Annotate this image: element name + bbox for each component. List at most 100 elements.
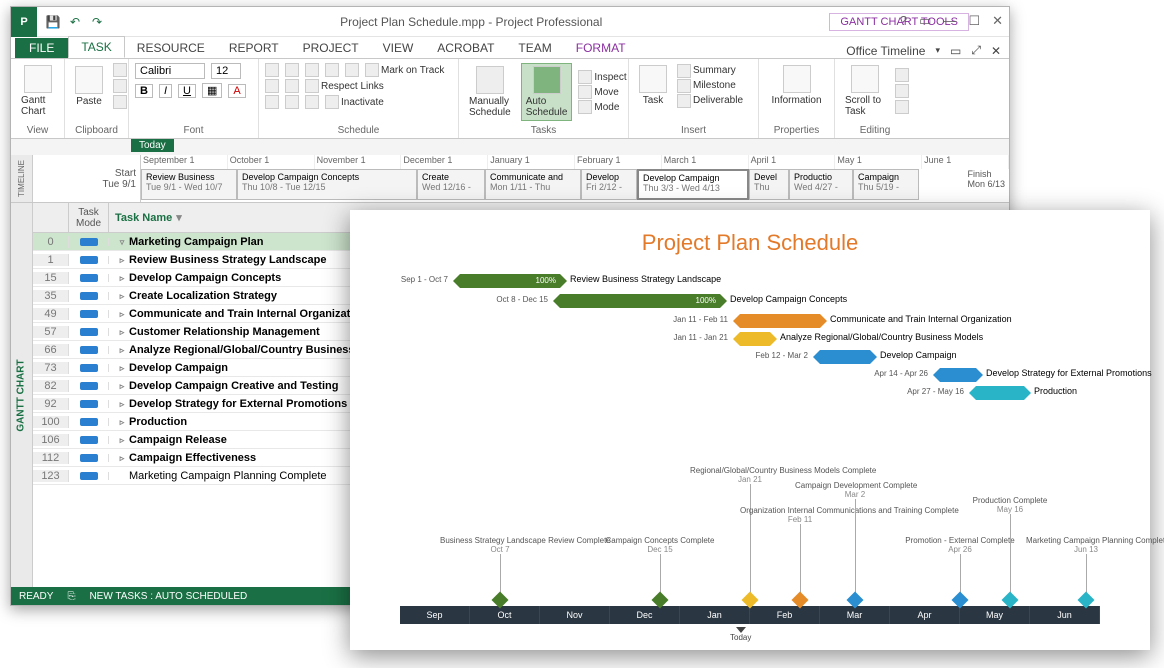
timeline-block[interactable]: Develop CampaignThu 3/3 - Wed 4/13 bbox=[637, 169, 749, 200]
underline-button[interactable]: U bbox=[178, 84, 196, 98]
cut-icon[interactable] bbox=[113, 63, 127, 77]
ribbon-min-icon[interactable]: ▭ bbox=[950, 44, 961, 58]
copy-icon[interactable] bbox=[113, 79, 127, 93]
timeline-block[interactable]: DevelThu bbox=[749, 169, 789, 200]
font-size-select[interactable] bbox=[211, 63, 241, 79]
clear-icon[interactable] bbox=[895, 84, 909, 98]
month-label: June 1 bbox=[922, 155, 1009, 169]
timeline-block[interactable]: Communicate andMon 1/11 - Thu bbox=[485, 169, 581, 200]
group-schedule-label: Schedule bbox=[265, 123, 452, 138]
status-mode-icon: ⎘ bbox=[67, 591, 75, 602]
timeline-block[interactable]: Develop Campaign ConceptsThu 10/8 - Tue … bbox=[237, 169, 417, 200]
tab-team[interactable]: TEAM bbox=[506, 38, 563, 58]
fill-icon[interactable] bbox=[895, 100, 909, 114]
axis-month: Dec bbox=[610, 606, 680, 624]
timeline-slide: Project Plan Schedule SepOctNovDecJanFeb… bbox=[350, 210, 1150, 650]
link-button[interactable] bbox=[265, 95, 279, 109]
redo-icon[interactable]: ↷ bbox=[89, 14, 105, 30]
split-button[interactable] bbox=[305, 95, 319, 109]
mode-icon bbox=[80, 364, 98, 372]
tab-format[interactable]: FORMAT bbox=[564, 38, 638, 58]
month-label: May 1 bbox=[835, 155, 922, 169]
status-ready: READY bbox=[19, 591, 53, 602]
month-label: December 1 bbox=[401, 155, 488, 169]
summary-button[interactable]: Summary bbox=[677, 64, 743, 78]
close-icon[interactable]: ✕ bbox=[992, 13, 1003, 29]
ribbon-collapse-icon[interactable]: ▭ bbox=[919, 13, 931, 29]
titlebar: P 💾 ↶ ↷ Project Plan Schedule.mpp - Proj… bbox=[11, 7, 1009, 37]
status-mode: NEW TASKS : AUTO SCHEDULED bbox=[89, 591, 247, 602]
tab-file[interactable]: FILE bbox=[15, 38, 68, 58]
manually-schedule-button[interactable]: Manually Schedule bbox=[465, 64, 515, 120]
month-label: April 1 bbox=[749, 155, 836, 169]
app-icon: P bbox=[11, 7, 37, 37]
mode-icon bbox=[80, 292, 98, 300]
axis-month: May bbox=[960, 606, 1030, 624]
deliverable-button[interactable]: Deliverable bbox=[677, 94, 743, 108]
ribbon-tabs: FILE TASK RESOURCE REPORT PROJECT VIEW A… bbox=[11, 37, 1009, 59]
axis-month: Sep bbox=[400, 606, 470, 624]
paste-button[interactable]: Paste bbox=[71, 64, 107, 109]
gantt-chart-button[interactable]: Gantt Chart bbox=[17, 63, 58, 119]
respect-links-button[interactable]: Respect Links bbox=[305, 79, 384, 93]
ribbon-expand-icon[interactable]: ⤢ bbox=[971, 43, 981, 58]
timeline-block[interactable]: ProductioWed 4/27 - bbox=[789, 169, 853, 200]
tab-resource[interactable]: RESOURCE bbox=[125, 38, 217, 58]
mode-button[interactable]: Mode bbox=[578, 100, 626, 114]
timeline-block[interactable]: CreateWed 12/16 - bbox=[417, 169, 485, 200]
font-name-select[interactable] bbox=[135, 63, 205, 79]
milestone-button[interactable]: Milestone bbox=[677, 79, 743, 93]
timeline-block[interactable]: CampaignThu 5/19 - bbox=[853, 169, 919, 200]
tab-project[interactable]: PROJECT bbox=[291, 38, 371, 58]
inspect-button[interactable]: Inspect bbox=[578, 70, 626, 84]
col-task-name[interactable]: Task Name bbox=[115, 212, 172, 224]
help-icon[interactable]: ? bbox=[900, 13, 907, 29]
maximize-icon[interactable]: ☐ bbox=[968, 13, 980, 29]
chevron-down-icon[interactable]: ▾ bbox=[935, 45, 940, 56]
indent-button[interactable] bbox=[285, 79, 299, 93]
gantt-bar: Analyze Regional/Global/Country Business… bbox=[740, 332, 770, 346]
tab-view[interactable]: VIEW bbox=[371, 38, 426, 58]
doc-close-icon[interactable]: ✕ bbox=[991, 44, 1001, 58]
task-button[interactable]: Task bbox=[635, 63, 671, 108]
group-editing-label: Editing bbox=[841, 123, 909, 138]
italic-button[interactable]: I bbox=[159, 84, 172, 98]
timeline-block[interactable]: Review BusinessTue 9/1 - Wed 10/7 bbox=[141, 169, 237, 200]
save-icon[interactable]: 💾 bbox=[45, 14, 61, 30]
scroll-to-task-button[interactable]: Scroll to Task bbox=[841, 63, 889, 119]
bgcolor-button[interactable]: ▦ bbox=[202, 83, 222, 98]
mark-on-track-button[interactable]: Mark on Track bbox=[365, 63, 444, 77]
auto-schedule-button[interactable]: Auto Schedule bbox=[521, 63, 573, 121]
information-button[interactable]: Information bbox=[765, 63, 828, 108]
format-painter-icon[interactable] bbox=[113, 95, 127, 109]
pct25-button[interactable] bbox=[285, 63, 299, 77]
start-date: Tue 9/1 bbox=[37, 179, 136, 190]
gantt-side-label: GANTT CHART bbox=[16, 359, 27, 431]
today-bar: Today bbox=[11, 139, 1009, 155]
move-button[interactable]: Move bbox=[578, 85, 626, 99]
milestone: Marketing Campaign Planning CompleteJun … bbox=[1026, 536, 1146, 606]
unlink-button[interactable] bbox=[285, 95, 299, 109]
pct0-button[interactable] bbox=[265, 63, 279, 77]
undo-icon[interactable]: ↶ bbox=[67, 14, 83, 30]
fontcolor-button[interactable]: A bbox=[228, 84, 245, 98]
inactivate-button[interactable]: Inactivate bbox=[325, 95, 384, 109]
pct100-button[interactable] bbox=[345, 63, 359, 77]
find-icon[interactable] bbox=[895, 68, 909, 82]
axis-month: Oct bbox=[470, 606, 540, 624]
col-task-mode[interactable]: Task Mode bbox=[69, 203, 109, 232]
timeline-block[interactable]: DevelopFri 2/12 - bbox=[581, 169, 637, 200]
pct50-button[interactable] bbox=[305, 63, 319, 77]
gantt-bar: ProductionApr 27 - May 16 bbox=[976, 386, 1024, 400]
tab-acrobat[interactable]: ACROBAT bbox=[425, 38, 506, 58]
outdent-button[interactable] bbox=[265, 79, 279, 93]
office-timeline-button[interactable]: Office Timeline bbox=[846, 44, 925, 58]
axis-month: Feb bbox=[750, 606, 820, 624]
tab-report[interactable]: REPORT bbox=[217, 38, 291, 58]
minimize-icon[interactable]: — bbox=[943, 13, 956, 29]
pct75-button[interactable] bbox=[325, 63, 339, 77]
group-clipboard-label: Clipboard bbox=[71, 123, 122, 138]
bold-button[interactable]: B bbox=[135, 84, 153, 98]
tab-task[interactable]: TASK bbox=[68, 36, 124, 58]
mode-icon bbox=[80, 346, 98, 354]
